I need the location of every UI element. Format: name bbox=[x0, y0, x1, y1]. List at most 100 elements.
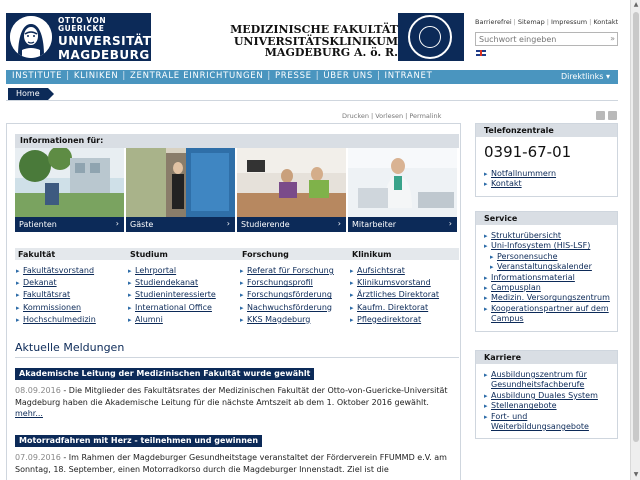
search-input[interactable] bbox=[476, 33, 604, 45]
link-pflegedirektorat[interactable]: Pflegedirektorat bbox=[349, 314, 459, 326]
tile-studierende-label: Studierende bbox=[241, 220, 290, 229]
faculty-title: MEDIZINISCHE FAKULTÄT UNIVERSITÄTSKLINIK… bbox=[160, 24, 398, 59]
faculty-seal-logo[interactable] bbox=[398, 13, 464, 61]
print-link[interactable]: Drucken bbox=[342, 112, 369, 120]
link-nachwuchsfoerderung[interactable]: Nachwuchsförderung bbox=[239, 302, 349, 314]
patients-photo bbox=[15, 148, 124, 217]
link-international-office[interactable]: International Office bbox=[127, 302, 237, 314]
link-referat-forschung[interactable]: Referat für Forschung bbox=[239, 265, 349, 277]
link-informationsmaterial[interactable]: Informationsmaterial bbox=[484, 273, 611, 284]
scroll-up-arrow-icon[interactable]: ▲ bbox=[632, 0, 640, 10]
breadcrumb: Home bbox=[6, 88, 618, 101]
toplink-kontakt[interactable]: Kontakt bbox=[593, 18, 618, 26]
read-aloud-link[interactable]: Vorlesen bbox=[375, 112, 403, 120]
toplink-sitemap[interactable]: Sitemap bbox=[518, 18, 545, 26]
logo-line-1: OTTO VON GUERICKE bbox=[58, 16, 107, 33]
link-kks-magdeburg[interactable]: KKS Magdeburg bbox=[239, 314, 349, 326]
link-fakultaetsrat[interactable]: Fakultätsrat bbox=[15, 289, 125, 301]
chevron-right-icon: › bbox=[337, 219, 341, 228]
link-dekanat[interactable]: Dekanat bbox=[15, 277, 125, 289]
link-aufsichtsrat[interactable]: Aufsichtsrat bbox=[349, 265, 459, 277]
english-flag-icon[interactable] bbox=[476, 50, 486, 56]
link-personensuche[interactable]: Personensuche bbox=[490, 252, 611, 263]
faculty-title-line-1: MEDIZINISCHE FAKULTÄT bbox=[230, 23, 398, 36]
direktlinks-dropdown[interactable]: Direktlinks ▾ bbox=[561, 72, 610, 81]
link-forschungsfoerderung[interactable]: Forschungsförderung bbox=[239, 289, 349, 301]
link-fakultaetsvorstand[interactable]: Fakultätsvorstand bbox=[15, 265, 125, 277]
link-hochschulmedizin[interactable]: Hochschulmedizin bbox=[15, 314, 125, 326]
nav-presse[interactable]: PRESSE bbox=[275, 71, 312, 81]
link-kooperationspartner[interactable]: Kooperationspartner auf dem Campus bbox=[484, 304, 611, 325]
nav-intranet[interactable]: INTRANET bbox=[385, 71, 433, 81]
link-studieninteressierte[interactable]: Studieninteressierte bbox=[127, 289, 237, 301]
link-notfallnummern[interactable]: Notfallnummern bbox=[484, 169, 611, 180]
toplink-barrierefrei[interactable]: Barrierefrei bbox=[475, 18, 512, 26]
link-kontakt[interactable]: Kontakt bbox=[484, 179, 611, 190]
nav-kliniken[interactable]: KLINIKEN bbox=[74, 71, 119, 81]
link-kaufm-direktorat[interactable]: Kaufm. Direktorat bbox=[349, 302, 459, 314]
tile-mitarbeiter-label: Mitarbeiter bbox=[352, 220, 397, 229]
link-aerztliches-direktorat[interactable]: Ärztliches Direktorat bbox=[349, 289, 459, 301]
students-photo bbox=[237, 148, 346, 217]
guericke-portrait-icon bbox=[10, 16, 52, 58]
tile-patienten[interactable]: Patienten › bbox=[15, 148, 124, 232]
column-forschung: Forschung Referat für Forschung Forschun… bbox=[239, 248, 349, 326]
toplink-impressum[interactable]: Impressum bbox=[551, 18, 587, 26]
link-studiendekanat[interactable]: Studiendekanat bbox=[127, 277, 237, 289]
link-uni-infosystem[interactable]: Uni-Infosystem (HIS-LSF) bbox=[484, 241, 611, 252]
news-date: 08.09.2016 bbox=[15, 386, 61, 395]
info-heading: Informationen für: bbox=[15, 134, 459, 148]
link-stellenangebote[interactable]: Stellenangebote bbox=[484, 401, 611, 412]
scrollbar-thumb[interactable] bbox=[633, 12, 639, 442]
tile-gaeste[interactable]: Gäste › bbox=[126, 148, 235, 232]
news-more-link[interactable]: mehr... bbox=[15, 409, 43, 418]
link-fortbildung[interactable]: Fort- und Weiterbildungsangebote bbox=[484, 412, 611, 433]
link-campusplan[interactable]: Campusplan bbox=[484, 283, 611, 294]
link-ausbildungszentrum[interactable]: Ausbildungszentrum für Gesundheitsfachbe… bbox=[484, 370, 611, 391]
sidebar-karriere: Karriere Ausbildungszentrum für Gesundhe… bbox=[475, 350, 618, 440]
link-alumni[interactable]: Alumni bbox=[127, 314, 237, 326]
link-versorgungszentrum[interactable]: Medizin. Versorgungszentrum bbox=[484, 293, 611, 304]
tile-mitarbeiter[interactable]: Mitarbeiter › bbox=[348, 148, 457, 232]
nav-ueber-uns[interactable]: ÜBER UNS bbox=[323, 71, 373, 81]
column-heading: Forschung bbox=[242, 250, 289, 259]
top-links: Barrierefrei | Sitemap | Impressum | Kontakt bbox=[475, 18, 619, 26]
link-strukturuebersicht[interactable]: Strukturübersicht bbox=[484, 231, 611, 242]
search-box: » bbox=[475, 32, 618, 46]
twitter-icon[interactable] bbox=[596, 111, 605, 120]
link-duales-system[interactable]: Ausbildung Duales System bbox=[484, 391, 611, 402]
nav-institute[interactable]: INSTITUTE bbox=[12, 71, 62, 81]
search-submit-button[interactable]: » bbox=[610, 34, 615, 43]
breadcrumb-home[interactable]: Home bbox=[8, 88, 54, 100]
news-text: - Im Rahmen der Magdeburger Gesundheitst… bbox=[15, 453, 447, 474]
university-logo[interactable]: OTTO VON GUERICKE UNIVERSITÄT MAGDEBURG bbox=[6, 13, 151, 61]
sidebar-telefon: Telefonzentrale 0391-67-01 Notfallnummer… bbox=[475, 123, 618, 197]
facebook-icon[interactable] bbox=[608, 111, 617, 120]
scroll-down-arrow-icon[interactable]: ▼ bbox=[632, 470, 640, 480]
column-heading: Klinikum bbox=[352, 250, 392, 259]
link-veranstaltungskalender[interactable]: Veranstaltungskalender bbox=[490, 262, 611, 273]
chevron-right-icon: › bbox=[115, 219, 119, 228]
chevron-right-icon: › bbox=[448, 219, 452, 228]
column-fakultaet: Fakultät Fakultätsvorstand Dekanat Fakul… bbox=[15, 248, 125, 326]
logo-line-2: UNIVERSITÄT bbox=[58, 34, 152, 48]
logo-line-3: MAGDEBURG bbox=[58, 48, 150, 62]
news-section-title: Aktuelle Meldungen bbox=[15, 341, 125, 354]
column-heading: Studium bbox=[130, 250, 168, 259]
news-headline-2[interactable]: Motorradfahren mit Herz - teilnehmen und… bbox=[15, 435, 263, 447]
news-text: - Die Mitglieder des Fakultätsrates der … bbox=[15, 386, 448, 407]
tile-gaeste-label: Gäste bbox=[130, 220, 154, 229]
column-klinikum: Klinikum Aufsichtsrat Klinikumsvorstand … bbox=[349, 248, 459, 326]
tile-studierende[interactable]: Studierende › bbox=[237, 148, 346, 232]
vertical-scrollbar[interactable]: ▲ ▼ bbox=[630, 0, 640, 480]
nav-zentrale-einrichtungen[interactable]: ZENTRALE EINRICHTUNGEN bbox=[130, 71, 263, 81]
news-headline-1[interactable]: Akademische Leitung der Medizinischen Fa… bbox=[15, 368, 315, 380]
link-klinikumsvorstand[interactable]: Klinikumsvorstand bbox=[349, 277, 459, 289]
link-kommissionen[interactable]: Kommissionen bbox=[15, 302, 125, 314]
seal-ring-icon bbox=[408, 15, 452, 59]
main-navigation: INSTITUTE | KLINIKEN | ZENTRALE EINRICHTUNGE… bbox=[6, 70, 618, 84]
permalink-link[interactable]: Permalink bbox=[409, 112, 441, 120]
sidebar-heading: Karriere bbox=[476, 351, 617, 364]
link-forschungsprofil[interactable]: Forschungsprofil bbox=[239, 277, 349, 289]
link-lehrportal[interactable]: Lehrportal bbox=[127, 265, 237, 277]
